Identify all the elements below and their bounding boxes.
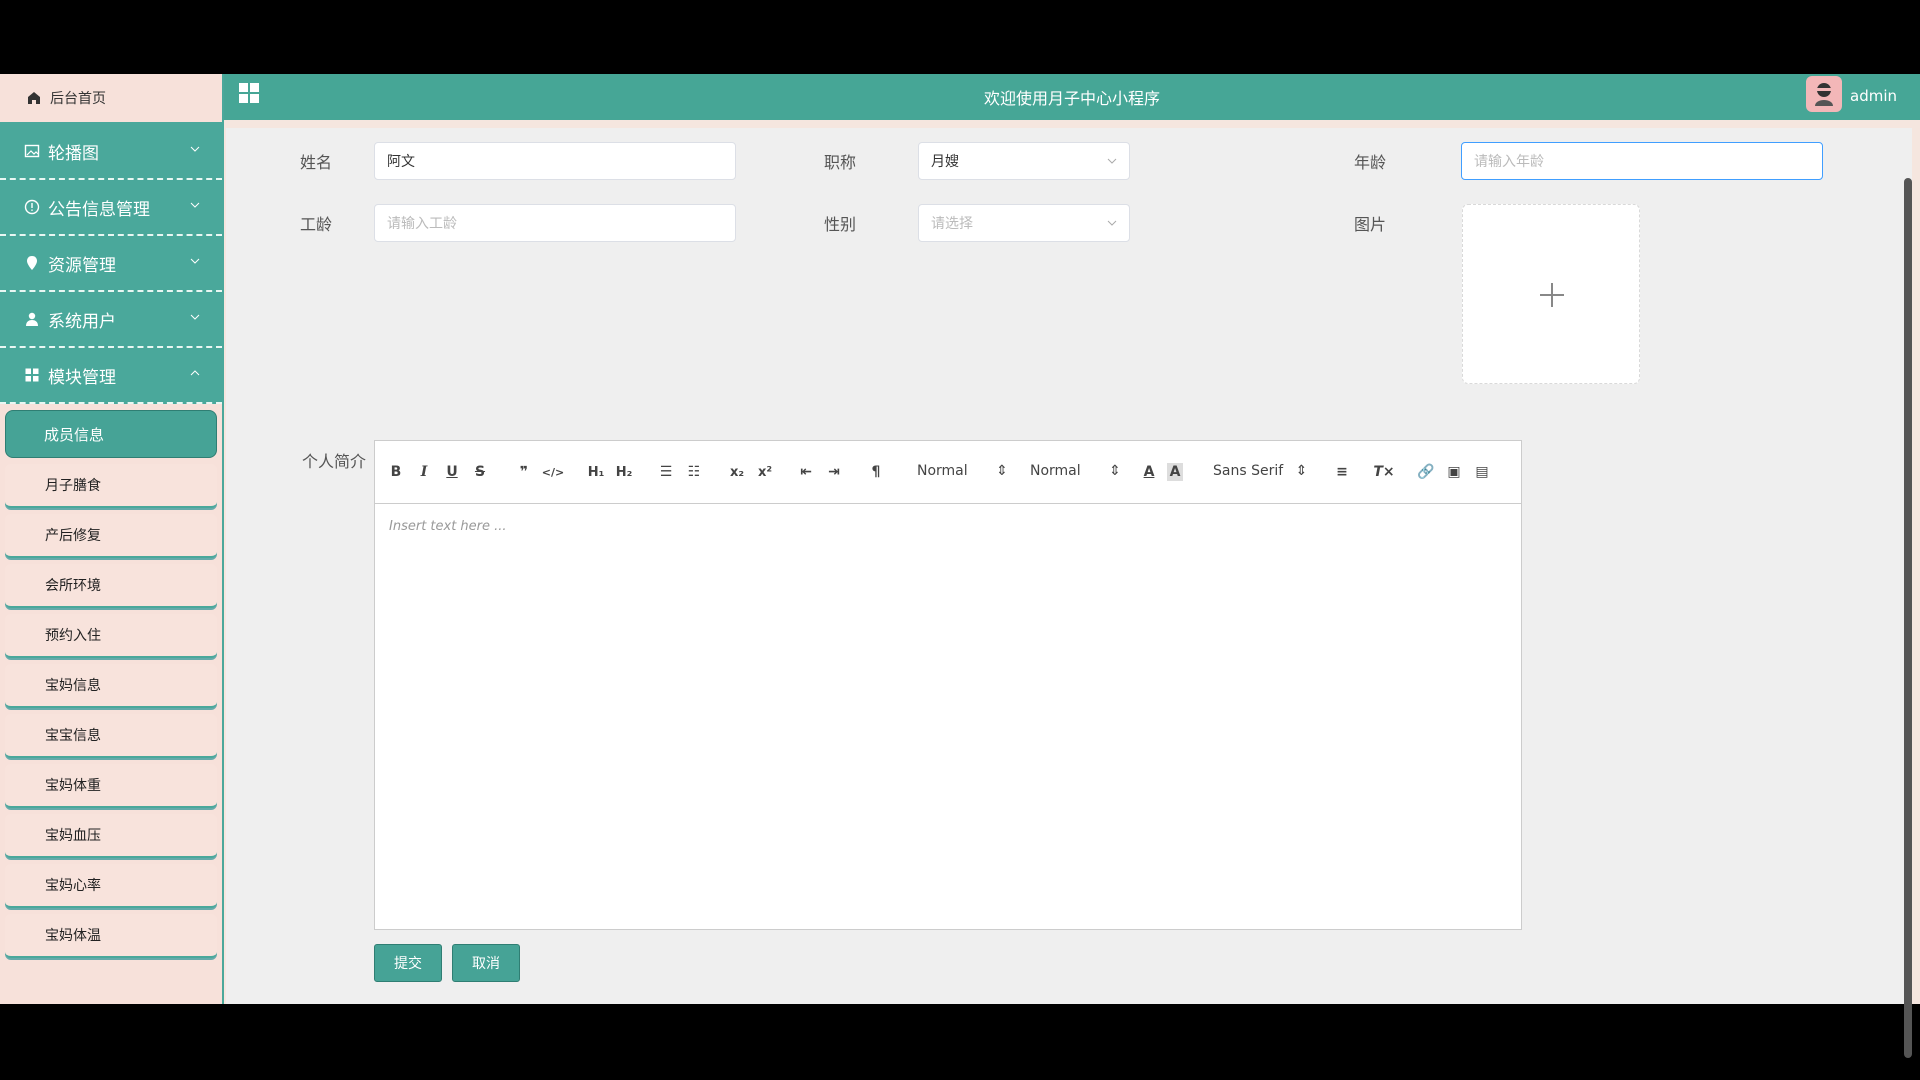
cancel-button[interactable]: 取消 <box>452 944 520 982</box>
code-block-icon[interactable]: </> <box>542 463 564 481</box>
location-icon <box>27 256 37 270</box>
image-upload[interactable] <box>1462 204 1640 384</box>
chevron-down-icon <box>1107 220 1117 226</box>
info-circle-icon <box>24 199 40 215</box>
outdent-icon[interactable]: ⇤ <box>797 463 815 481</box>
chevron-down-icon <box>190 146 200 152</box>
user-name[interactable]: admin <box>1850 87 1897 105</box>
sidebar-item[interactable]: 宝妈信息 <box>5 664 217 708</box>
sidebar-item-label: 后台首页 <box>50 91 106 107</box>
select-arrows-icon: ⇕ <box>1295 463 1308 479</box>
plus-icon <box>1540 283 1564 307</box>
header-select-value: Normal <box>917 463 968 479</box>
chevron-down-icon <box>190 202 200 208</box>
editor-toolbar: B I U S ❞ </> H₁ H₂ ☰ ☷ x₂ x² ⇤ ⇥ ¶ Norm… <box>375 441 1521 504</box>
subscript-icon[interactable]: x₂ <box>727 463 747 481</box>
sidebar-menu-carousel[interactable]: 轮播图 <box>0 124 222 180</box>
superscript-icon[interactable]: x² <box>755 463 775 481</box>
editor-placeholder[interactable]: Insert text here ... <box>389 519 507 534</box>
image-insert-icon[interactable]: ▣ <box>1445 463 1463 481</box>
bullet-list-icon[interactable]: ☷ <box>685 463 703 481</box>
select-arrows-icon: ⇕ <box>1109 463 1121 479</box>
chevron-down-icon <box>190 314 200 320</box>
link-icon[interactable]: 🔗 <box>1417 463 1435 481</box>
rich-text-editor: B I U S ❞ </> H₁ H₂ ☰ ☷ x₂ x² ⇤ ⇥ ¶ Norm… <box>374 440 1522 930</box>
video-insert-icon[interactable]: ▤ <box>1473 463 1491 481</box>
heading1-icon[interactable]: H₁ <box>585 463 607 481</box>
sidebar-menu-modules[interactable]: 模块管理 <box>0 348 222 404</box>
app-window: 后台首页 轮播图 公告信息管理 资源管理 系统用户 模块管理 成员信息 月子膳食… <box>0 74 1920 1058</box>
strike-icon[interactable]: S <box>473 463 487 481</box>
sidebar-item[interactable]: 宝妈体重 <box>5 764 217 808</box>
chevron-down-icon <box>1107 158 1117 164</box>
bold-icon[interactable]: B <box>389 463 403 481</box>
sidebar-menu-label: 公告信息管理 <box>48 199 150 220</box>
grid-icon <box>25 368 39 382</box>
clear-format-icon[interactable]: T× <box>1373 463 1394 481</box>
work-years-input[interactable]: 请输入工龄 <box>374 204 736 242</box>
gender-select-placeholder: 请选择 <box>931 216 973 232</box>
font-color-icon[interactable]: A <box>1141 463 1157 481</box>
intro-label: 个人简介 <box>301 452 366 471</box>
age-input[interactable]: 请输入年龄 <box>1461 142 1823 180</box>
sidebar-item-members[interactable]: 成员信息 <box>5 410 217 458</box>
sidebar-menu-label: 系统用户 <box>48 311 116 332</box>
font-select-value: Sans Serif <box>1213 463 1284 479</box>
gender-label: 性别 <box>823 215 856 234</box>
sidebar-menu-label: 模块管理 <box>48 367 116 388</box>
sidebar-item[interactable]: 宝妈心率 <box>5 864 217 908</box>
sidebar-item[interactable]: 会所环境 <box>5 564 217 608</box>
italic-icon[interactable]: I <box>417 463 431 481</box>
sidebar-item[interactable]: 宝妈血压 <box>5 814 217 858</box>
name-input[interactable]: 阿文 <box>374 142 736 180</box>
top-bar: 欢迎使用月子中心小程序 admin <box>224 74 1920 120</box>
gender-select[interactable]: 请选择 <box>918 204 1130 242</box>
chevron-up-icon <box>190 370 200 376</box>
indent-icon[interactable]: ⇥ <box>825 463 843 481</box>
avatar-face-icon <box>1815 83 1833 106</box>
sidebar-item[interactable]: 月子膳食 <box>5 464 217 508</box>
sidebar-menu-resources[interactable]: 资源管理 <box>0 236 222 292</box>
title-select[interactable]: 月嫂 <box>918 142 1130 180</box>
background-color-icon[interactable]: A <box>1167 463 1183 481</box>
user-icon <box>26 312 38 326</box>
home-icon <box>28 92 40 104</box>
sidebar-item[interactable]: 宝宝信息 <box>5 714 217 758</box>
size-select[interactable]: Normal ⇕ <box>1030 463 1121 479</box>
sidebar-menu-label: 资源管理 <box>48 255 116 276</box>
age-label: 年龄 <box>1353 153 1386 172</box>
sidebar-item[interactable]: 产后修复 <box>5 514 217 558</box>
sidebar-item[interactable]: 宝妈体温 <box>5 914 217 958</box>
chevron-down-icon <box>190 258 200 264</box>
sidebar-item[interactable]: 预约入住 <box>5 614 217 658</box>
page-title: 欢迎使用月子中心小程序 <box>983 89 1160 108</box>
align-icon[interactable]: ≡ <box>1333 463 1351 481</box>
work-years-label: 工龄 <box>299 215 332 234</box>
font-select[interactable]: Sans Serif ⇕ <box>1213 463 1307 479</box>
picture-label: 图片 <box>1353 215 1386 234</box>
avatar[interactable] <box>1806 76 1842 112</box>
sidebar-menu-notice[interactable]: 公告信息管理 <box>0 180 222 236</box>
image-icon <box>24 144 40 158</box>
sidebar-menu-users[interactable]: 系统用户 <box>0 292 222 348</box>
title-select-value: 月嫂 <box>931 154 959 170</box>
header-select[interactable]: Normal ⇕ <box>917 463 1008 479</box>
sidebar-item-home[interactable]: 后台首页 <box>0 74 222 124</box>
sidebar: 后台首页 轮播图 公告信息管理 资源管理 系统用户 模块管理 成员信息 月子膳食… <box>0 74 224 1004</box>
sidebar-menu-label: 轮播图 <box>48 143 99 164</box>
underline-icon[interactable]: U <box>445 463 459 481</box>
text-direction-icon[interactable]: ¶ <box>867 463 885 481</box>
select-arrows-icon: ⇕ <box>996 463 1008 479</box>
ordered-list-icon[interactable]: ☰ <box>657 463 675 481</box>
form-panel: 姓名 阿文 职称 月嫂 年龄 请输入年龄 工龄 请输入工龄 性别 请选择 图片 … <box>226 120 1912 1058</box>
submit-button[interactable]: 提交 <box>374 944 442 982</box>
blockquote-icon[interactable]: ❞ <box>515 463 533 481</box>
size-select-value: Normal <box>1030 463 1081 479</box>
title-label: 职称 <box>823 153 856 172</box>
name-label: 姓名 <box>299 153 332 172</box>
heading2-icon[interactable]: H₂ <box>613 463 635 481</box>
scrollbar[interactable] <box>1904 178 1912 1058</box>
